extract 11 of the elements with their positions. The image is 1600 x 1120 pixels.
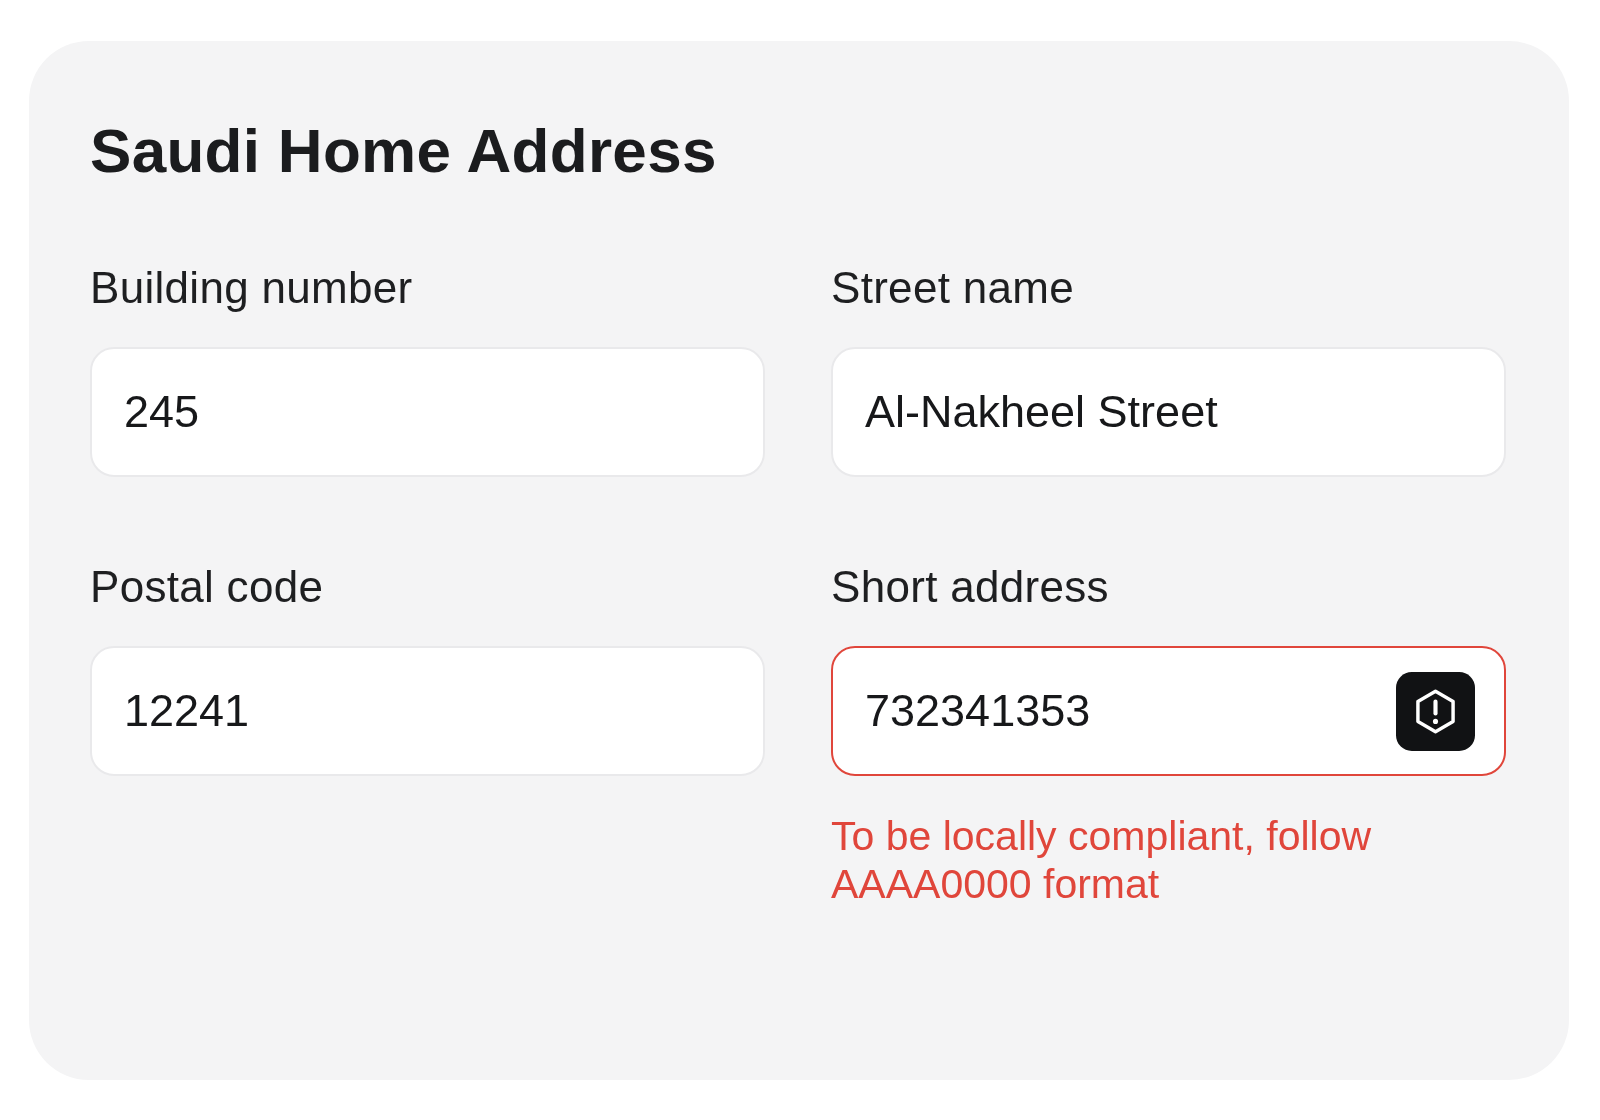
text-field[interactable]: 732341353: [831, 646, 1506, 776]
text-field[interactable]: 12241: [90, 646, 765, 776]
error-message: To be locally compliant, follow AAAA0000 format: [831, 812, 1373, 908]
field-label: Postal code: [90, 561, 324, 613]
field-label: Short address: [831, 561, 1109, 613]
field-label: Building number: [90, 262, 413, 314]
field-label: Street name: [831, 262, 1074, 314]
text-field[interactable]: 245: [90, 347, 765, 477]
form-title: Saudi Home Address: [90, 115, 717, 187]
exclamation-icon: [1396, 672, 1475, 751]
text-field[interactable]: Al-Nakheel Street: [831, 347, 1506, 477]
